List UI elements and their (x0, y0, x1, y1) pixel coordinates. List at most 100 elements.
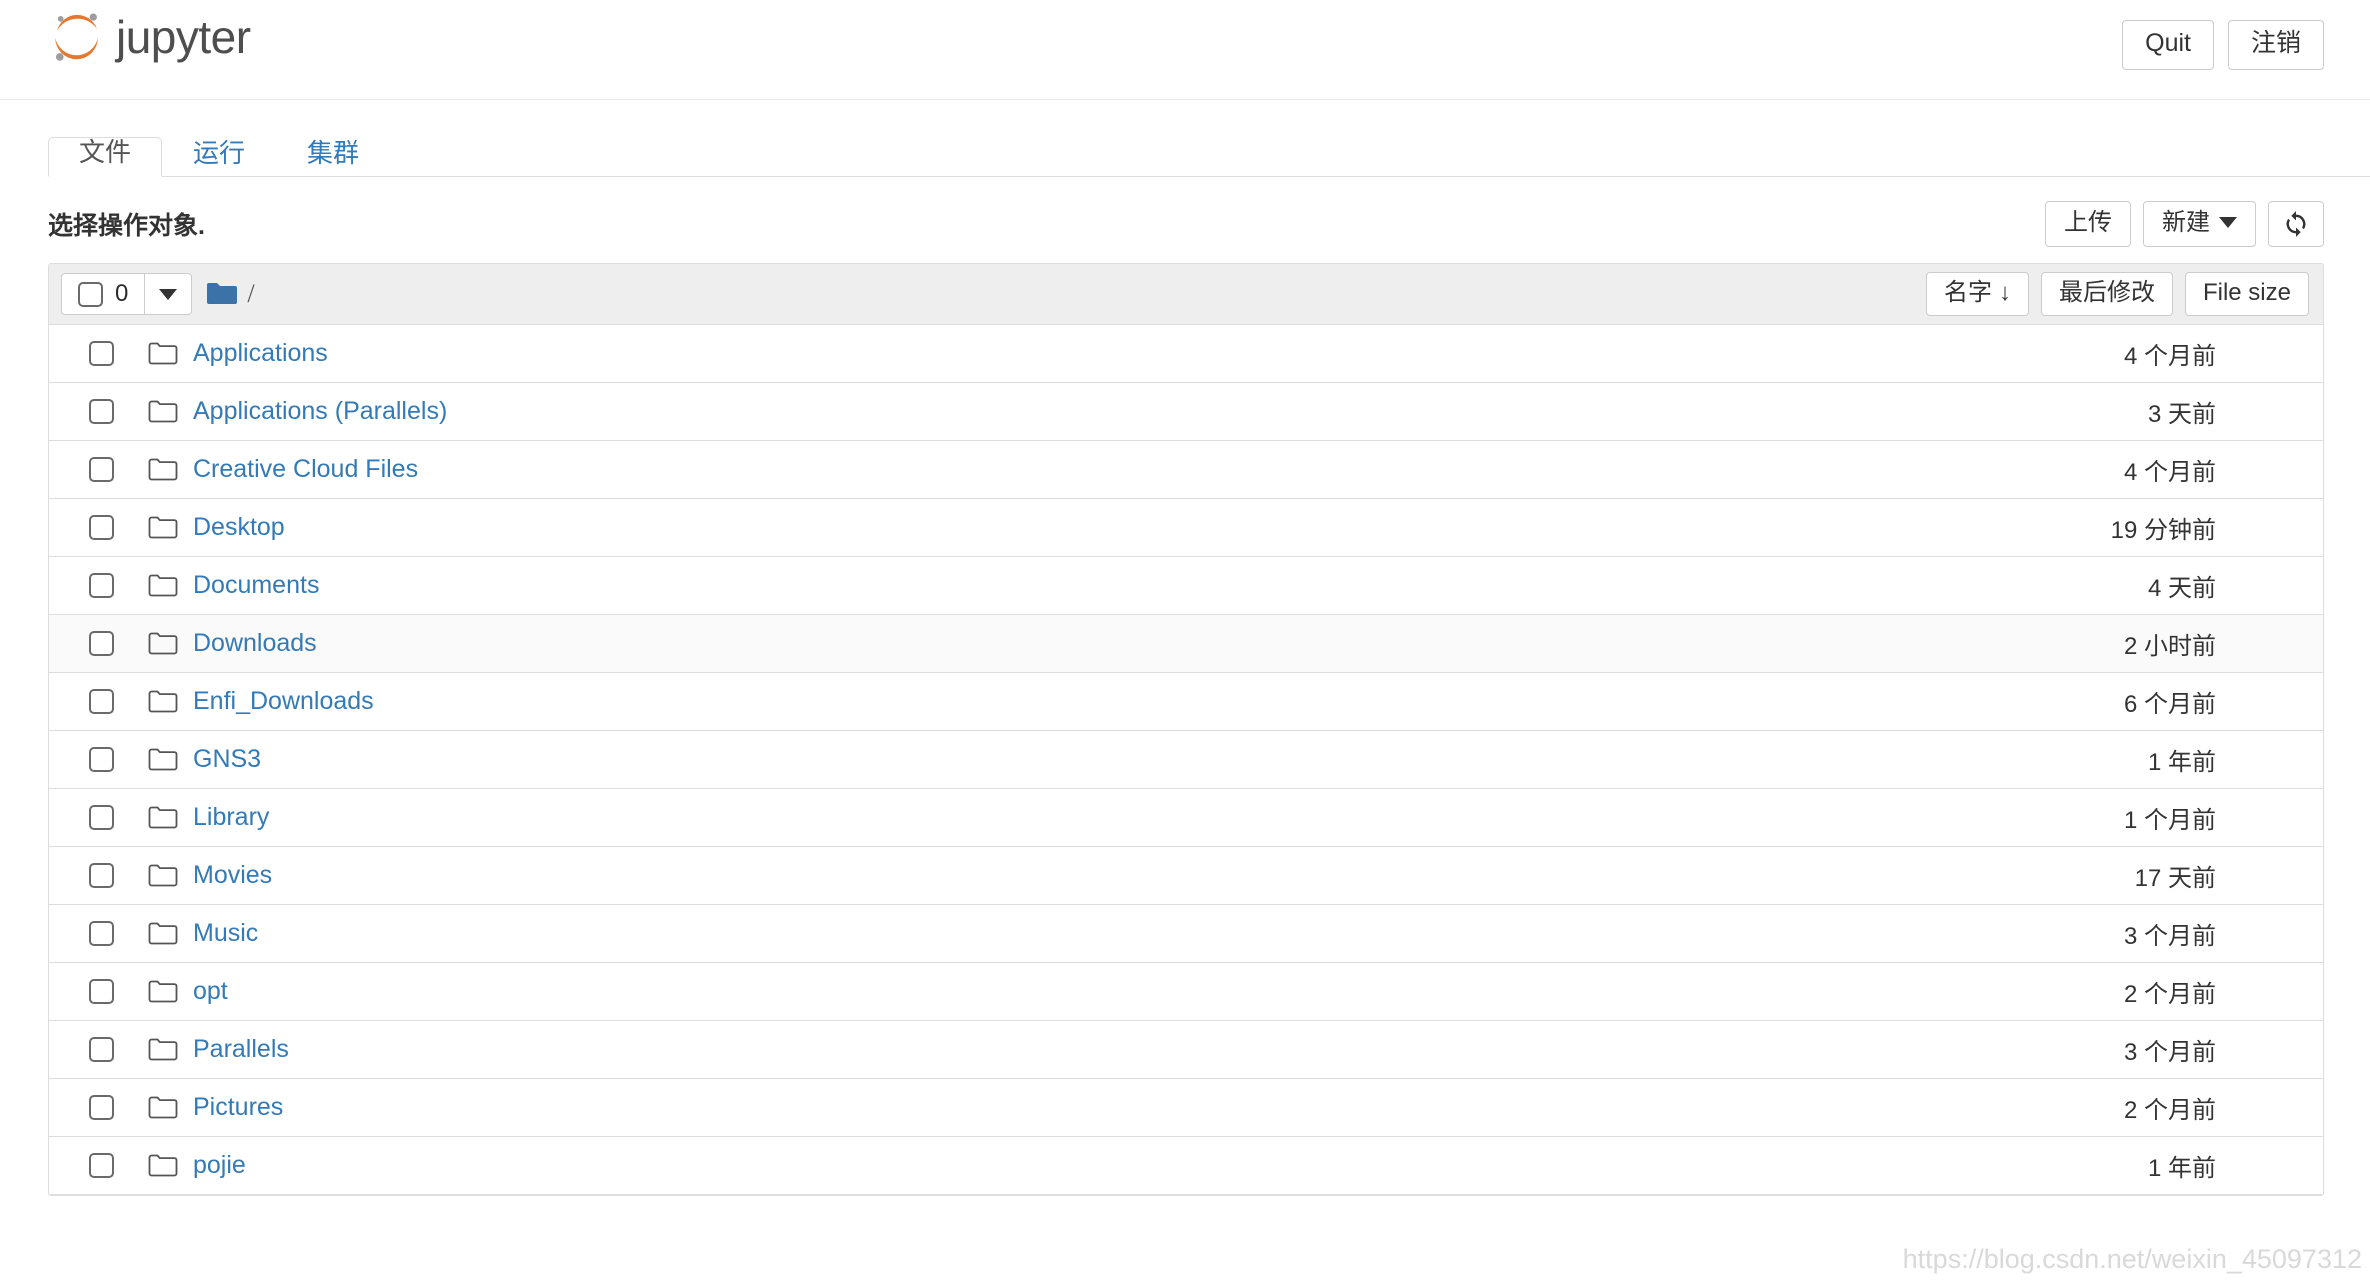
select-items-hint: 选择操作对象. (48, 212, 205, 240)
folder-icon (148, 748, 178, 772)
file-name-link[interactable]: pojie (193, 1151, 246, 1180)
row-checkbox[interactable] (89, 1037, 114, 1062)
table-row[interactable]: Applications 4 个月前 (49, 325, 2323, 383)
refresh-button[interactable] (2268, 200, 2324, 247)
table-row[interactable]: Movies 17 天前 (49, 847, 2323, 905)
jupyter-logo[interactable]: jupyter (48, 8, 251, 66)
file-name-link[interactable]: Parallels (193, 1035, 289, 1064)
new-button-label: 新建 (2162, 208, 2210, 236)
folder-icon (148, 864, 178, 888)
table-row[interactable]: opt 2 个月前 (49, 963, 2323, 1021)
file-name-link[interactable]: Desktop (193, 513, 285, 542)
last-modified-value: 2 个月前 (2123, 1097, 2216, 1124)
row-checkbox[interactable] (89, 399, 114, 424)
folder-icon (148, 458, 178, 482)
file-name-link[interactable]: Downloads (193, 629, 317, 658)
row-checkbox[interactable] (89, 457, 114, 482)
last-modified-value: 3 天前 (2147, 401, 2216, 428)
sort-by-filesize-button[interactable]: File size (2184, 271, 2309, 317)
jupyter-logo-icon (55, 13, 98, 61)
table-row[interactable]: Library 1 个月前 (49, 789, 2323, 847)
row-checkbox[interactable] (89, 1095, 114, 1120)
file-list-header: 0 / 名字 ↓ 最后修改 File size (49, 264, 2323, 325)
table-row[interactable]: Music 3 个月前 (49, 905, 2323, 963)
last-modified-value: 1 年前 (2147, 1155, 2216, 1182)
last-modified-value: 4 天前 (2147, 575, 2216, 602)
table-row[interactable]: Desktop 19 分钟前 (49, 499, 2323, 557)
watermark: https://blog.csdn.net/weixin_45097312 (1902, 1244, 2362, 1274)
upload-button[interactable]: 上传 (2045, 200, 2131, 248)
table-row[interactable]: Downloads 2 小时前 (49, 615, 2323, 673)
row-checkbox[interactable] (89, 515, 114, 540)
file-name-link[interactable]: Applications (193, 339, 328, 368)
tab-clusters[interactable]: 集群 (276, 138, 390, 177)
table-row[interactable]: Creative Cloud Files 4 个月前 (49, 441, 2323, 499)
folder-icon (148, 342, 178, 366)
last-modified-value: 4 个月前 (2123, 343, 2216, 370)
sort-by-name-button[interactable]: 名字 ↓ (1925, 271, 2029, 317)
logout-button[interactable]: 注销 (2227, 20, 2324, 70)
select-all-group: 0 (61, 273, 193, 315)
tab-running[interactable]: 运行 (162, 138, 276, 177)
folder-icon (148, 1154, 178, 1178)
row-checkbox[interactable] (89, 689, 114, 714)
action-buttons-group: 上传 新建 (2045, 200, 2324, 248)
upload-button-label: 上传 (2064, 208, 2112, 236)
tab-bar: 文件 运行 集群 (48, 133, 2370, 177)
file-name-link[interactable]: opt (193, 977, 228, 1006)
folder-filled-icon (207, 283, 238, 304)
file-name-link[interactable]: Movies (193, 861, 272, 890)
jupyter-wordmark: jupyter (116, 11, 251, 63)
file-name-link[interactable]: Creative Cloud Files (193, 455, 418, 484)
file-name-link[interactable]: GNS3 (193, 745, 261, 774)
breadcrumb[interactable]: / (206, 279, 255, 309)
folder-icon (148, 690, 178, 714)
chevron-down-icon (2219, 217, 2237, 229)
last-modified-value: 2 小时前 (2123, 633, 2216, 660)
file-list-sort-controls: 名字 ↓ 最后修改 File size (1925, 271, 2309, 317)
table-row[interactable]: pojie 1 年前 (49, 1137, 2323, 1195)
folder-icon (148, 574, 178, 598)
last-modified-value: 6 个月前 (2123, 691, 2216, 718)
row-checkbox[interactable] (89, 979, 114, 1004)
folder-icon (148, 1038, 178, 1062)
row-checkbox[interactable] (89, 747, 114, 772)
row-checkbox[interactable] (89, 921, 114, 946)
new-button[interactable]: 新建 (2143, 200, 2256, 248)
file-name-link[interactable]: Documents (193, 571, 319, 600)
breadcrumb-root-path[interactable]: / (247, 279, 254, 309)
row-checkbox[interactable] (89, 573, 114, 598)
quit-button[interactable]: Quit (2122, 20, 2214, 70)
file-name-link[interactable]: Enfi_Downloads (193, 687, 374, 716)
file-name-link[interactable]: Music (193, 919, 258, 948)
select-menu-button[interactable] (144, 273, 193, 315)
folder-icon (148, 980, 178, 1004)
last-modified-value: 1 个月前 (2123, 807, 2216, 834)
sort-by-modified-button[interactable]: 最后修改 (2040, 271, 2173, 317)
folder-icon (148, 632, 178, 656)
last-modified-value: 4 个月前 (2123, 459, 2216, 486)
tab-bar-container: 文件 运行 集群 (0, 133, 2370, 177)
select-all-checkbox[interactable] (78, 281, 103, 307)
action-bar: 选择操作对象. 上传 新建 (0, 193, 2370, 255)
folder-icon (148, 1096, 178, 1120)
tab-files[interactable]: 文件 (48, 137, 163, 177)
row-checkbox[interactable] (89, 805, 114, 830)
row-checkbox[interactable] (89, 631, 114, 656)
table-row[interactable]: Applications (Parallels) 3 天前 (49, 383, 2323, 441)
last-modified-value: 19 分钟前 (2110, 517, 2216, 544)
row-checkbox[interactable] (89, 1153, 114, 1178)
table-row[interactable]: GNS3 1 年前 (49, 731, 2323, 789)
row-checkbox[interactable] (89, 341, 114, 366)
file-name-link[interactable]: Pictures (193, 1093, 283, 1122)
table-row[interactable]: Enfi_Downloads 6 个月前 (49, 673, 2323, 731)
table-row[interactable]: Pictures 2 个月前 (49, 1079, 2323, 1137)
file-name-link[interactable]: Library (193, 803, 269, 832)
refresh-icon (2286, 211, 2306, 237)
arrow-down-icon: ↓ (1998, 278, 2011, 306)
row-checkbox[interactable] (89, 863, 114, 888)
table-row[interactable]: Parallels 3 个月前 (49, 1021, 2323, 1079)
select-all-checkbox-wrapper[interactable]: 0 (61, 273, 145, 315)
table-row[interactable]: Documents 4 天前 (49, 557, 2323, 615)
file-name-link[interactable]: Applications (Parallels) (193, 397, 447, 426)
